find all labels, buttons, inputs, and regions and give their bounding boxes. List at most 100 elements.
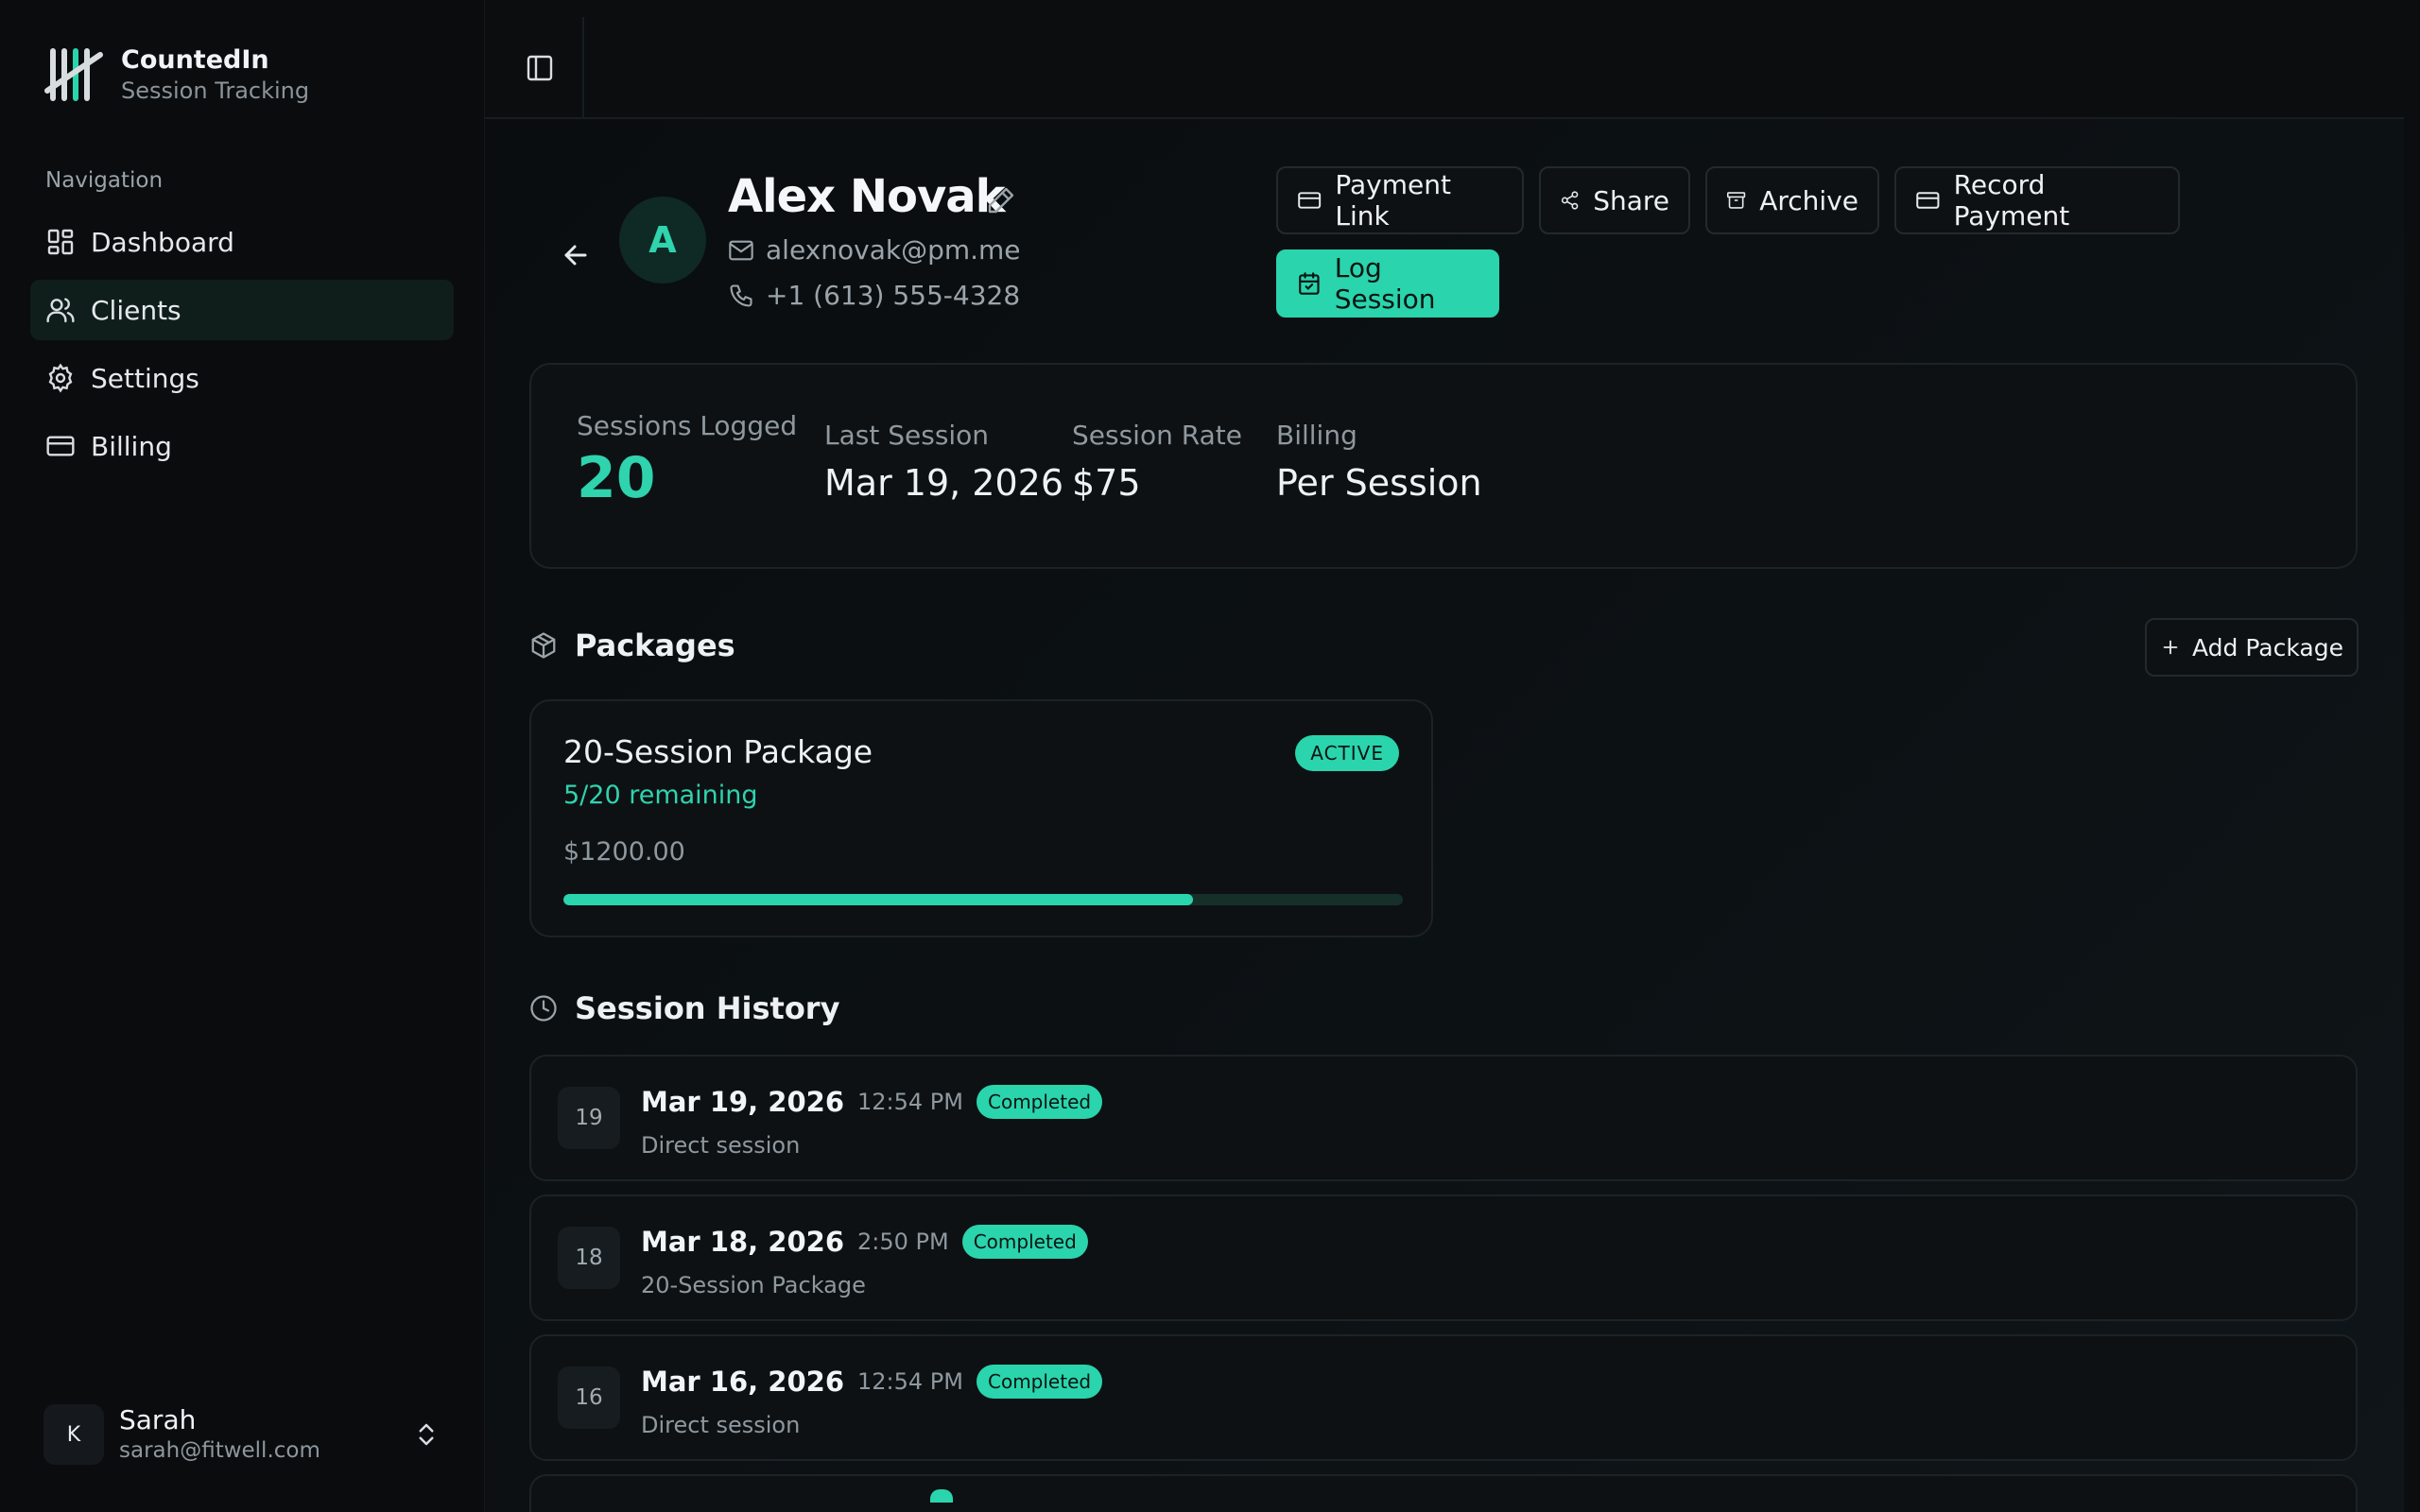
tally-logo-icon (44, 48, 103, 101)
sidebar-item-billing[interactable]: Billing (30, 416, 454, 476)
session-date: Mar 16, 2026 (641, 1366, 845, 1398)
brand[interactable]: CountedIn Session Tracking (43, 43, 309, 106)
credit-card-icon (46, 436, 75, 456)
archive-button[interactable]: Archive (1705, 166, 1879, 234)
pencil-icon[interactable] (986, 185, 1016, 215)
sidebar-nav: Dashboard Clients Settings Billing (30, 212, 454, 484)
user-name: Sarah (119, 1404, 197, 1435)
log-session-button[interactable]: Log Session (1276, 249, 1499, 318)
stat-value: Per Session (1276, 462, 1482, 504)
dashboard-icon (47, 229, 74, 255)
client-phone-row: +1 (613) 555-4328 (728, 280, 1020, 311)
archive-icon (1726, 192, 1746, 209)
session-time: 12:54 PM (857, 1089, 963, 1115)
package-icon (531, 632, 556, 659)
archive-label: Archive (1759, 184, 1858, 216)
client-phone: +1 (613) 555-4328 (766, 280, 1021, 311)
plus-icon (2163, 640, 2178, 655)
session-type: 20-Session Package (641, 1272, 866, 1298)
share-label: Share (1593, 184, 1669, 216)
session-type: Direct session (641, 1412, 801, 1438)
sidebar: CountedIn Session Tracking Navigation Da… (0, 0, 485, 1512)
package-progress-fill (563, 894, 1193, 905)
payment-link-button[interactable]: Payment Link (1276, 166, 1524, 234)
stat-value: $75 (1072, 462, 1141, 504)
session-row-partial[interactable] (529, 1474, 2358, 1512)
session-type: Direct session (641, 1132, 801, 1159)
brand-name: CountedIn (121, 45, 269, 75)
share-button[interactable]: Share (1539, 166, 1690, 234)
package-remaining: 5/20 remaining (563, 781, 758, 810)
status-badge: ACTIVE (1295, 735, 1399, 771)
status-badge: Completed (977, 1085, 1103, 1119)
stat-sessions-logged: Sessions Logged 20 (577, 410, 797, 511)
sidebar-toggle-icon[interactable] (525, 53, 555, 83)
avatar: K (43, 1404, 104, 1465)
user-email: sarah@fitwell.com (119, 1438, 320, 1463)
share-icon (1561, 191, 1579, 210)
client-detail: A Alex Novak alexnovak@pm.me +1 (613) 55… (485, 119, 2404, 1512)
stat-label: Session Rate (1072, 420, 1242, 451)
package-name: 20-Session Package (563, 733, 873, 770)
client-avatar: A (619, 197, 706, 284)
sidebar-item-settings[interactable]: Settings (30, 348, 454, 408)
sidebar-item-label: Billing (91, 430, 172, 462)
session-date: Mar 18, 2026 (641, 1226, 845, 1258)
sidebar-item-label: Clients (91, 294, 182, 326)
stat-label: Last Session (824, 420, 990, 451)
session-time: 2:50 PM (857, 1228, 949, 1255)
section-title: Session History (575, 990, 840, 1026)
client-email: alexnovak@pm.me (766, 234, 1021, 266)
back-arrow-icon[interactable] (547, 227, 604, 284)
session-row[interactable]: 18 Mar 18, 2026 2:50 PM Completed 20-Ses… (529, 1194, 2358, 1321)
record-payment-label: Record Payment (1953, 169, 2070, 232)
client-email-row: alexnovak@pm.me (728, 234, 1021, 266)
session-number: 19 (558, 1087, 620, 1149)
stat-label: Sessions Logged (577, 410, 798, 441)
clock-icon (530, 995, 557, 1022)
sidebar-item-clients[interactable]: Clients (30, 280, 454, 340)
session-time: 12:54 PM (857, 1368, 963, 1395)
payment-link-label: Payment Link (1335, 169, 1451, 232)
add-package-label: Add Package (2192, 633, 2343, 662)
sidebar-item-label: Dashboard (91, 226, 234, 258)
credit-card-icon (1298, 192, 1322, 209)
session-number: 16 (558, 1366, 620, 1429)
brand-subtitle: Session Tracking (121, 77, 310, 104)
user-menu[interactable]: K Sarah sarah@fitwell.com (43, 1404, 441, 1465)
add-package-button[interactable]: Add Package (2145, 618, 2359, 677)
nav-heading: Navigation (45, 168, 164, 193)
sidebar-item-dashboard[interactable]: Dashboard (30, 212, 454, 272)
session-number: 18 (558, 1227, 620, 1289)
log-session-label: Log Session (1334, 252, 1436, 315)
status-badge: Completed (977, 1365, 1103, 1399)
section-title: Packages (575, 627, 735, 663)
topbar-divider (582, 17, 584, 117)
session-row[interactable]: 19 Mar 19, 2026 12:54 PM Completed Direc… (529, 1055, 2358, 1181)
stat-last-session: Last Session Mar 19, 2026 (824, 420, 1063, 504)
stats-card: Sessions Logged 20 Last Session Mar 19, … (529, 363, 2358, 569)
mail-icon (729, 240, 753, 260)
topbar (485, 0, 2404, 119)
session-history-heading: Session History (529, 990, 839, 1026)
record-payment-button[interactable]: Record Payment (1894, 166, 2180, 234)
session-row[interactable]: 16 Mar 16, 2026 12:54 PM Completed Direc… (529, 1334, 2358, 1461)
sidebar-item-label: Settings (91, 362, 199, 394)
phone-icon (730, 284, 752, 307)
status-badge: Completed (961, 1225, 1088, 1259)
status-badge-partial (930, 1489, 953, 1503)
users-icon (46, 298, 75, 323)
packages-heading: Packages (529, 627, 735, 663)
package-card[interactable]: 20-Session Package ACTIVE 5/20 remaining… (529, 699, 1433, 937)
stat-billing: Billing Per Session (1276, 420, 1482, 504)
calendar-check-icon (1299, 272, 1320, 295)
session-date: Mar 19, 2026 (641, 1086, 845, 1118)
stat-label: Billing (1276, 420, 1357, 451)
stat-value: Mar 19, 2026 (824, 462, 1063, 504)
client-name: Alex Novak (728, 170, 1006, 223)
stat-session-rate: Session Rate $75 (1072, 420, 1242, 504)
gear-icon (48, 363, 73, 393)
package-price: $1200.00 (563, 837, 685, 867)
chevrons-up-down-icon[interactable] (412, 1420, 441, 1449)
credit-card-icon (1916, 192, 1940, 209)
